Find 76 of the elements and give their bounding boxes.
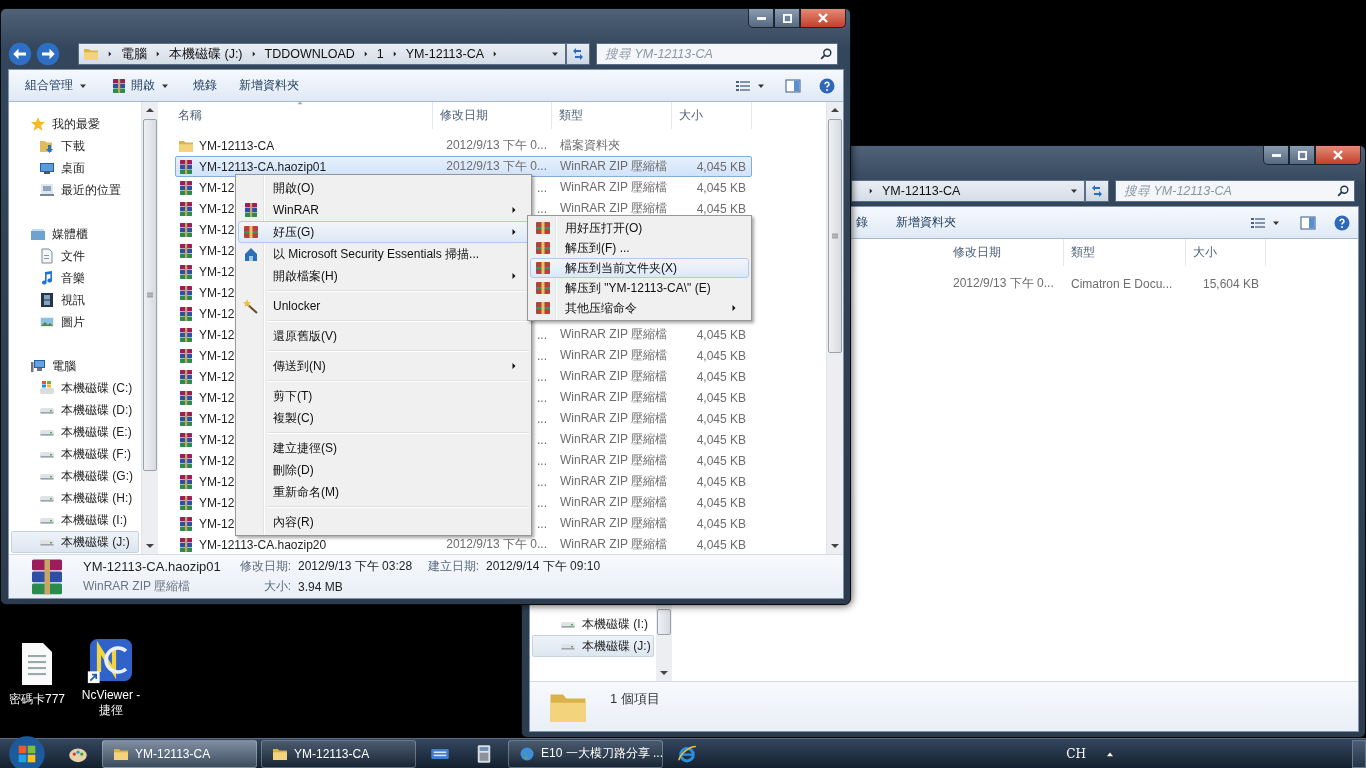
file-type: WinRAR ZIP 壓縮檔 <box>560 390 668 404</box>
file-type: WinRAR ZIP 壓縮檔 <box>560 474 668 488</box>
file-name: YM-12 <box>199 285 235 300</box>
file-name: YM-12113-CA.haozip01 <box>199 159 327 174</box>
modified-date: ... <box>537 201 547 216</box>
file-name: YM-12 <box>199 411 235 426</box>
file-type: WinRAR ZIP 壓縮檔 <box>560 516 668 530</box>
file-name: YM-12 <box>199 390 235 405</box>
file-type: WinRAR ZIP 壓縮檔 <box>560 537 668 551</box>
file-name: YM-12 <box>199 264 235 279</box>
file-size: 4,045 KB <box>696 390 746 405</box>
file-name: YM-12 <box>199 327 235 342</box>
file-type: WinRAR ZIP 壓縮檔 <box>560 453 668 467</box>
field-label: 修改日期: <box>238 558 291 575</box>
file-type: WinRAR ZIP 壓縮檔 <box>560 180 668 194</box>
file-size: 4,045 KB <box>696 495 746 510</box>
file-type: Cimatron E Docu... <box>1070 276 1174 291</box>
item-count: 1 個項目 <box>610 690 660 708</box>
file-size: 4,045 KB <box>696 159 746 174</box>
file-type: WinRAR ZIP 壓縮檔 <box>560 495 668 509</box>
file-size: 4,045 KB <box>696 453 746 468</box>
file-type: WinRAR ZIP 壓縮檔 <box>560 369 668 383</box>
file-size: 4,045 KB <box>696 348 746 363</box>
file-name: YM-12 <box>199 243 235 258</box>
file-size: 4,045 KB <box>696 369 746 384</box>
modified-date: 2012/9/13 下午 0... <box>952 275 1055 292</box>
file-type: WinRAR ZIP 壓縮檔 <box>560 411 668 425</box>
file-name: YM-12 <box>199 201 235 216</box>
file-name: YM-12 <box>199 495 235 510</box>
file-name: YM-12 <box>199 516 235 531</box>
modified-date: ... <box>537 516 547 531</box>
file-name: YM-12 <box>199 180 235 195</box>
file-size: 4,045 KB <box>696 180 746 195</box>
file-name: YM-12113-CA.haozip01 <box>83 559 222 574</box>
modified-date: ... <box>537 495 547 510</box>
file-type: WinRAR ZIP 壓縮檔 <box>560 432 668 446</box>
field-value: 3.94 MB <box>297 579 344 594</box>
file-type: WinRAR ZIP 壓縮檔 <box>560 201 668 215</box>
file-name: YM-12 <box>199 453 235 468</box>
file-name: YM-12113-CA <box>199 138 275 153</box>
modified-date: ... <box>537 474 547 489</box>
file-name: YM-12113-CA.haozip20 <box>199 537 327 552</box>
field-value: 2012/9/14 下午 09:10 <box>485 558 601 575</box>
file-type: WinRAR ZIP 壓縮檔 <box>560 327 668 341</box>
modified-date: 2012/9/13 下午 0... <box>446 159 547 173</box>
file-name: YM-12 <box>199 369 235 384</box>
field-label: 建立日期: <box>426 558 479 575</box>
file-type: 檔案資料夾 <box>560 138 620 152</box>
modified-date: ... <box>537 369 547 384</box>
file-type: WinRAR ZIP 壓縮檔 <box>560 348 668 362</box>
file-name: YM-12 <box>199 348 235 363</box>
file-name: YM-12 <box>199 432 235 447</box>
file-size: 4,045 KB <box>696 411 746 426</box>
modified-date: 2012/9/13 下午 0... <box>446 138 547 152</box>
file-size: 4,045 KB <box>696 516 746 531</box>
modified-date: ... <box>537 327 547 342</box>
file-size: 15,604 KB <box>1201 276 1260 291</box>
file-name: YM-12 <box>199 222 235 237</box>
modified-date: ... <box>537 411 547 426</box>
modified-date: ... <box>537 390 547 405</box>
file-size: 4,045 KB <box>696 201 746 216</box>
file-type: WinRAR ZIP 壓縮檔 <box>83 578 192 595</box>
modified-date: ... <box>537 348 547 363</box>
file-size: 4,045 KB <box>696 327 746 342</box>
file-size: 4,045 KB <box>696 474 746 489</box>
modified-date: ... <box>537 432 547 447</box>
file-name: YM-12 <box>199 474 235 489</box>
modified-date: ... <box>537 180 547 195</box>
file-name: YM-12 <box>199 306 235 321</box>
file-size: 4,045 KB <box>696 432 746 447</box>
file-size: 4,045 KB <box>696 537 746 552</box>
modified-date: ... <box>537 453 547 468</box>
modified-date: 2012/9/13 下午 0... <box>446 537 547 551</box>
file-type: WinRAR ZIP 壓縮檔 <box>560 159 668 173</box>
field-value: 2012/9/13 下午 03:28 <box>297 558 414 575</box>
field-label: 大小: <box>262 578 291 595</box>
